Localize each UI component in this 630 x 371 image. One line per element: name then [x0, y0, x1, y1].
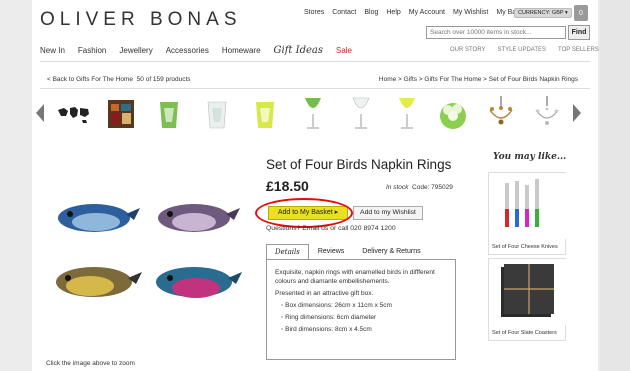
nav-top-sellers[interactable]: TOP SELLERS: [558, 47, 599, 53]
product-code: Code: 795029: [412, 184, 453, 191]
tab-delivery-returns[interactable]: Delivery & Returns: [353, 244, 429, 260]
breadcrumb-divider: [40, 88, 590, 89]
list-item: Bird dimensions: 8cm x 4.5cm: [281, 325, 447, 334]
carousel-thumb-crystal-chandelier[interactable]: [528, 96, 566, 132]
back-link-group: < Back to Gifts For The Home 50 of 159 p…: [47, 76, 191, 83]
page: OLIVER BONAS Stores Contact Blog Help My…: [32, 0, 599, 371]
basket-icon[interactable]: 0: [574, 5, 588, 21]
cheese-knives-image: [489, 173, 567, 239]
chevron-down-icon: ▾: [564, 10, 568, 16]
carousel-thumb-flower-bowl[interactable]: [434, 96, 472, 132]
list-item: Box dimensions: 26cm x 11cm x 5cm: [281, 301, 447, 310]
nav-jewellery[interactable]: Jewellery: [119, 46, 152, 55]
carousel-thumb-clear-wineglass[interactable]: [342, 96, 380, 132]
product-tabs: Details Reviews Delivery & Returns: [266, 244, 430, 260]
list-item: Ring dimensions: 6cm diameter: [281, 313, 447, 322]
carousel-thumb-green-glass[interactable]: [150, 96, 188, 132]
help-link[interactable]: Help: [386, 9, 400, 16]
tab-reviews[interactable]: Reviews: [309, 244, 353, 260]
carousel-thumb-chandelier[interactable]: [482, 96, 520, 132]
nav-divider: [40, 61, 590, 62]
nav-new-in[interactable]: New In: [40, 46, 65, 55]
carousel-thumb-cabinet[interactable]: [102, 96, 140, 132]
nav-accessories[interactable]: Accessories: [166, 46, 209, 55]
nav-style-updates[interactable]: STYLE UPDATES: [497, 47, 546, 53]
contact-link[interactable]: Contact: [332, 9, 356, 16]
carousel-prev-icon[interactable]: [36, 104, 44, 122]
scrollbar[interactable]: [600, 0, 630, 371]
basket-count: 0: [579, 10, 583, 17]
product-carousel: [32, 92, 598, 142]
find-button[interactable]: Find: [568, 25, 590, 40]
main-nav: New In Fashion Jewellery Accessories Hom…: [40, 45, 365, 56]
stores-link[interactable]: Stores: [304, 9, 324, 16]
bird-purple: [158, 204, 240, 232]
tab-details[interactable]: Details: [266, 244, 309, 260]
slate-coasters-image: [489, 259, 567, 325]
zoom-hint: Click the image above to zoom: [46, 360, 135, 367]
nav-sale[interactable]: Sale: [336, 46, 352, 55]
highlight-circle: [255, 198, 353, 228]
nav-homeware[interactable]: Homeware: [222, 46, 261, 55]
carousel-next-icon[interactable]: [573, 104, 581, 122]
nav-fashion[interactable]: Fashion: [78, 46, 106, 55]
secondary-nav: OUR STORY STYLE UPDATES TOP SELLERS: [450, 47, 599, 53]
details-list: Box dimensions: 26cm x 11cm x 5cm Ring d…: [275, 301, 447, 334]
currency-select[interactable]: CURRENCY: GBP ▾: [514, 8, 572, 18]
recommendation-label: Set of Four Cheese Knives: [492, 244, 558, 250]
details-intro: Exquisite, napkin rings with enamelled b…: [275, 269, 435, 285]
carousel-thumb-green-wineglass[interactable]: [294, 96, 332, 132]
stock-status: In stock: [386, 184, 409, 191]
bird-gold: [56, 267, 142, 297]
recommendation-card[interactable]: Set of Four Cheese Knives: [488, 172, 567, 255]
carousel-thumb-yellow-glass[interactable]: [246, 96, 284, 132]
product-count: 50 of 159 products: [136, 76, 191, 83]
site-logo[interactable]: OLIVER BONAS: [40, 9, 242, 31]
back-link[interactable]: < Back to Gifts For The Home: [47, 76, 133, 83]
carousel-thumb-clear-glass[interactable]: [198, 96, 236, 132]
carousel-thumb-map[interactable]: [54, 96, 92, 132]
currency-label: CURRENCY: GBP: [518, 10, 564, 16]
recommendation-card[interactable]: Set of Four Slate Coasters: [488, 258, 567, 341]
stock-info: In stock Code: 795029: [386, 184, 453, 191]
details-panel: Exquisite, napkin rings with enamelled b…: [266, 259, 456, 360]
product-image[interactable]: [46, 196, 246, 336]
details-presented: Presented in an attractive gift box.: [275, 290, 374, 297]
blog-link[interactable]: Blog: [364, 9, 378, 16]
my-account-link[interactable]: My Account: [409, 9, 445, 16]
nav-gift-ideas[interactable]: Gift Ideas: [274, 45, 323, 56]
nav-our-story[interactable]: OUR STORY: [450, 47, 485, 53]
search-input[interactable]: [426, 26, 566, 39]
add-to-wishlist-button[interactable]: Add to my Wishlist: [353, 206, 423, 220]
my-wishlist-link[interactable]: My Wishlist: [453, 9, 488, 16]
recommendation-label: Set of Four Slate Coasters: [492, 330, 557, 336]
bird-pink: [156, 267, 242, 298]
bird-blue: [58, 204, 140, 232]
contact-info: Questions? Email us or call 020 8974 120…: [266, 225, 396, 232]
product-title: Set of Four Birds Napkin Rings: [266, 157, 452, 172]
carousel-thumb-yellow-wineglass[interactable]: [388, 96, 426, 132]
product-price: £18.50: [266, 178, 309, 194]
top-links: Stores Contact Blog Help My Account My W…: [304, 9, 529, 16]
breadcrumb[interactable]: Home > Gifts > Gifts For The Home > Set …: [379, 76, 578, 83]
you-may-like-heading: You may like...: [493, 152, 567, 162]
